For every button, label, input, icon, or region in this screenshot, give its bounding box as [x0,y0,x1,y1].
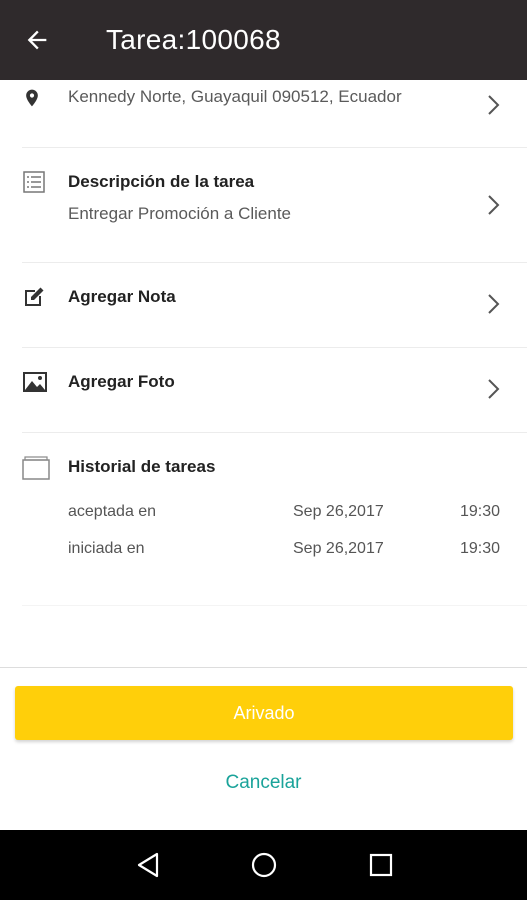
history-entry-date: Sep 26,2017 [293,540,384,557]
image-icon [23,372,47,392]
system-nav-bar [0,830,527,900]
address-row[interactable]: Kennedy Norte, Guayaquil 090512, Ecuador [0,80,527,148]
history-title: Historial de tareas [68,457,216,476]
cancel-button[interactable]: Cancelar [0,762,527,804]
edit-note-icon [25,287,44,306]
chevron-right-icon [488,294,500,314]
history-entry: aceptada en Sep 26,2017 19:30 [68,503,500,521]
history-entry-label: iniciada en [68,540,145,557]
task-history-section: Historial de tareas aceptada en Sep 26,2… [0,433,527,605]
nav-recents-button[interactable] [363,847,399,883]
add-photo-label: Agregar Foto [68,372,175,391]
history-entry-date: Sep 26,2017 [293,503,384,520]
nav-home-button[interactable] [246,847,282,883]
description-row[interactable]: Descripción de la tarea Entregar Promoci… [0,148,527,262]
history-entry-label: aceptada en [68,503,157,520]
location-pin-icon [26,89,38,107]
add-photo-row[interactable]: Agregar Foto [0,348,527,432]
back-button[interactable] [0,0,74,80]
app-bar: Tarea:100068 [0,0,527,80]
add-note-label: Agregar Nota [68,287,176,306]
history-entry: iniciada en Sep 26,2017 19:30 [68,540,500,558]
arrow-back-icon [27,30,47,50]
nav-back-button[interactable] [130,847,166,883]
address-text: Kennedy Norte, Guayaquil 090512, Ecuador [68,87,402,106]
circle-home-icon [251,852,277,878]
history-entry-time: 19:30 [459,540,500,557]
task-detail-content[interactable]: Kennedy Norte, Guayaquil 090512, Ecuador… [0,80,527,667]
arrived-button[interactable]: Arivado [15,686,513,740]
list-icon [23,171,45,193]
divider [22,605,527,606]
add-note-row[interactable]: Agregar Nota [0,263,527,347]
bottom-separator [0,667,527,668]
description-value: Entregar Promoción a Cliente [68,204,292,223]
chevron-right-icon [488,195,500,215]
chevron-right-icon [488,95,500,115]
description-title: Descripción de la tarea [68,172,255,191]
chevron-right-icon [488,379,500,399]
history-entry-time: 19:30 [459,503,500,520]
square-recents-icon [369,853,393,877]
page-title: Tarea:100068 [106,24,281,55]
history-box-icon [22,456,50,480]
triangle-back-icon [137,852,159,878]
